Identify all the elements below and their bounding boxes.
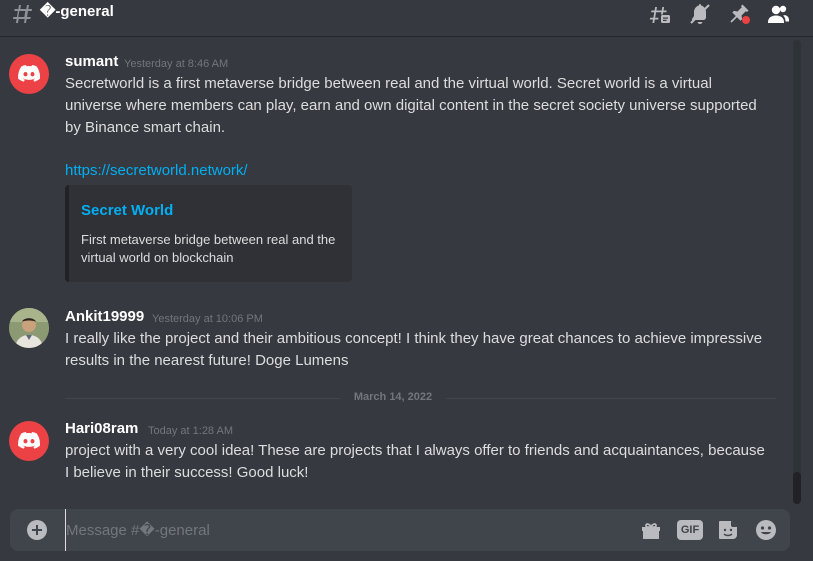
date-divider: March 14, 2022 [348,391,438,403]
message-text: I really like the project and their ambi… [65,330,763,369]
discord-logo-icon [18,65,41,82]
embed-title[interactable]: Secret World [81,202,173,219]
sticker-icon[interactable] [716,518,740,542]
channel-name: �-general [40,3,114,20]
username[interactable]: Ankit19999 [65,308,144,326]
timestamp: Yesterday at 8:46 AM [124,58,229,70]
embed-description: First metaverse bridge between real and … [81,232,336,265]
divider-line-left [65,398,340,399]
avatar[interactable] [9,308,49,348]
gif-label: GIF [680,524,700,536]
threads-icon[interactable] [647,2,671,26]
emoji-icon[interactable] [754,518,778,542]
channel-header: �-general [0,0,813,36]
username[interactable]: sumant [65,53,118,71]
mute-bell-icon[interactable] [688,2,712,26]
timestamp: Today at 1:28 AM [148,425,233,437]
pin-icon[interactable] [727,2,751,26]
avatar[interactable] [9,421,49,461]
message-input[interactable] [65,509,626,551]
hash-icon [13,5,32,23]
message-text: project with a very cool idea! These are… [65,442,765,481]
link-embed: Secret World First metaverse bridge betw… [65,185,352,282]
scrollbar-track[interactable] [793,40,801,498]
members-icon[interactable] [766,2,790,26]
message-text: Secretworld is a first metaverse bridge … [65,75,757,136]
message-link[interactable]: https://secretworld.network/ [65,161,248,181]
scrollbar-thumb[interactable] [793,472,801,504]
add-attachment-icon[interactable] [25,518,49,542]
message-composer: GIF [10,509,790,551]
user-photo-icon [9,308,49,348]
timestamp: Yesterday at 10:06 PM [152,313,263,325]
username[interactable]: Hari08ram [65,420,138,438]
gift-icon[interactable] [639,518,663,542]
discord-logo-icon [18,432,41,449]
avatar[interactable] [9,54,49,94]
divider-line-right [446,398,776,399]
gif-icon[interactable]: GIF [677,520,703,540]
